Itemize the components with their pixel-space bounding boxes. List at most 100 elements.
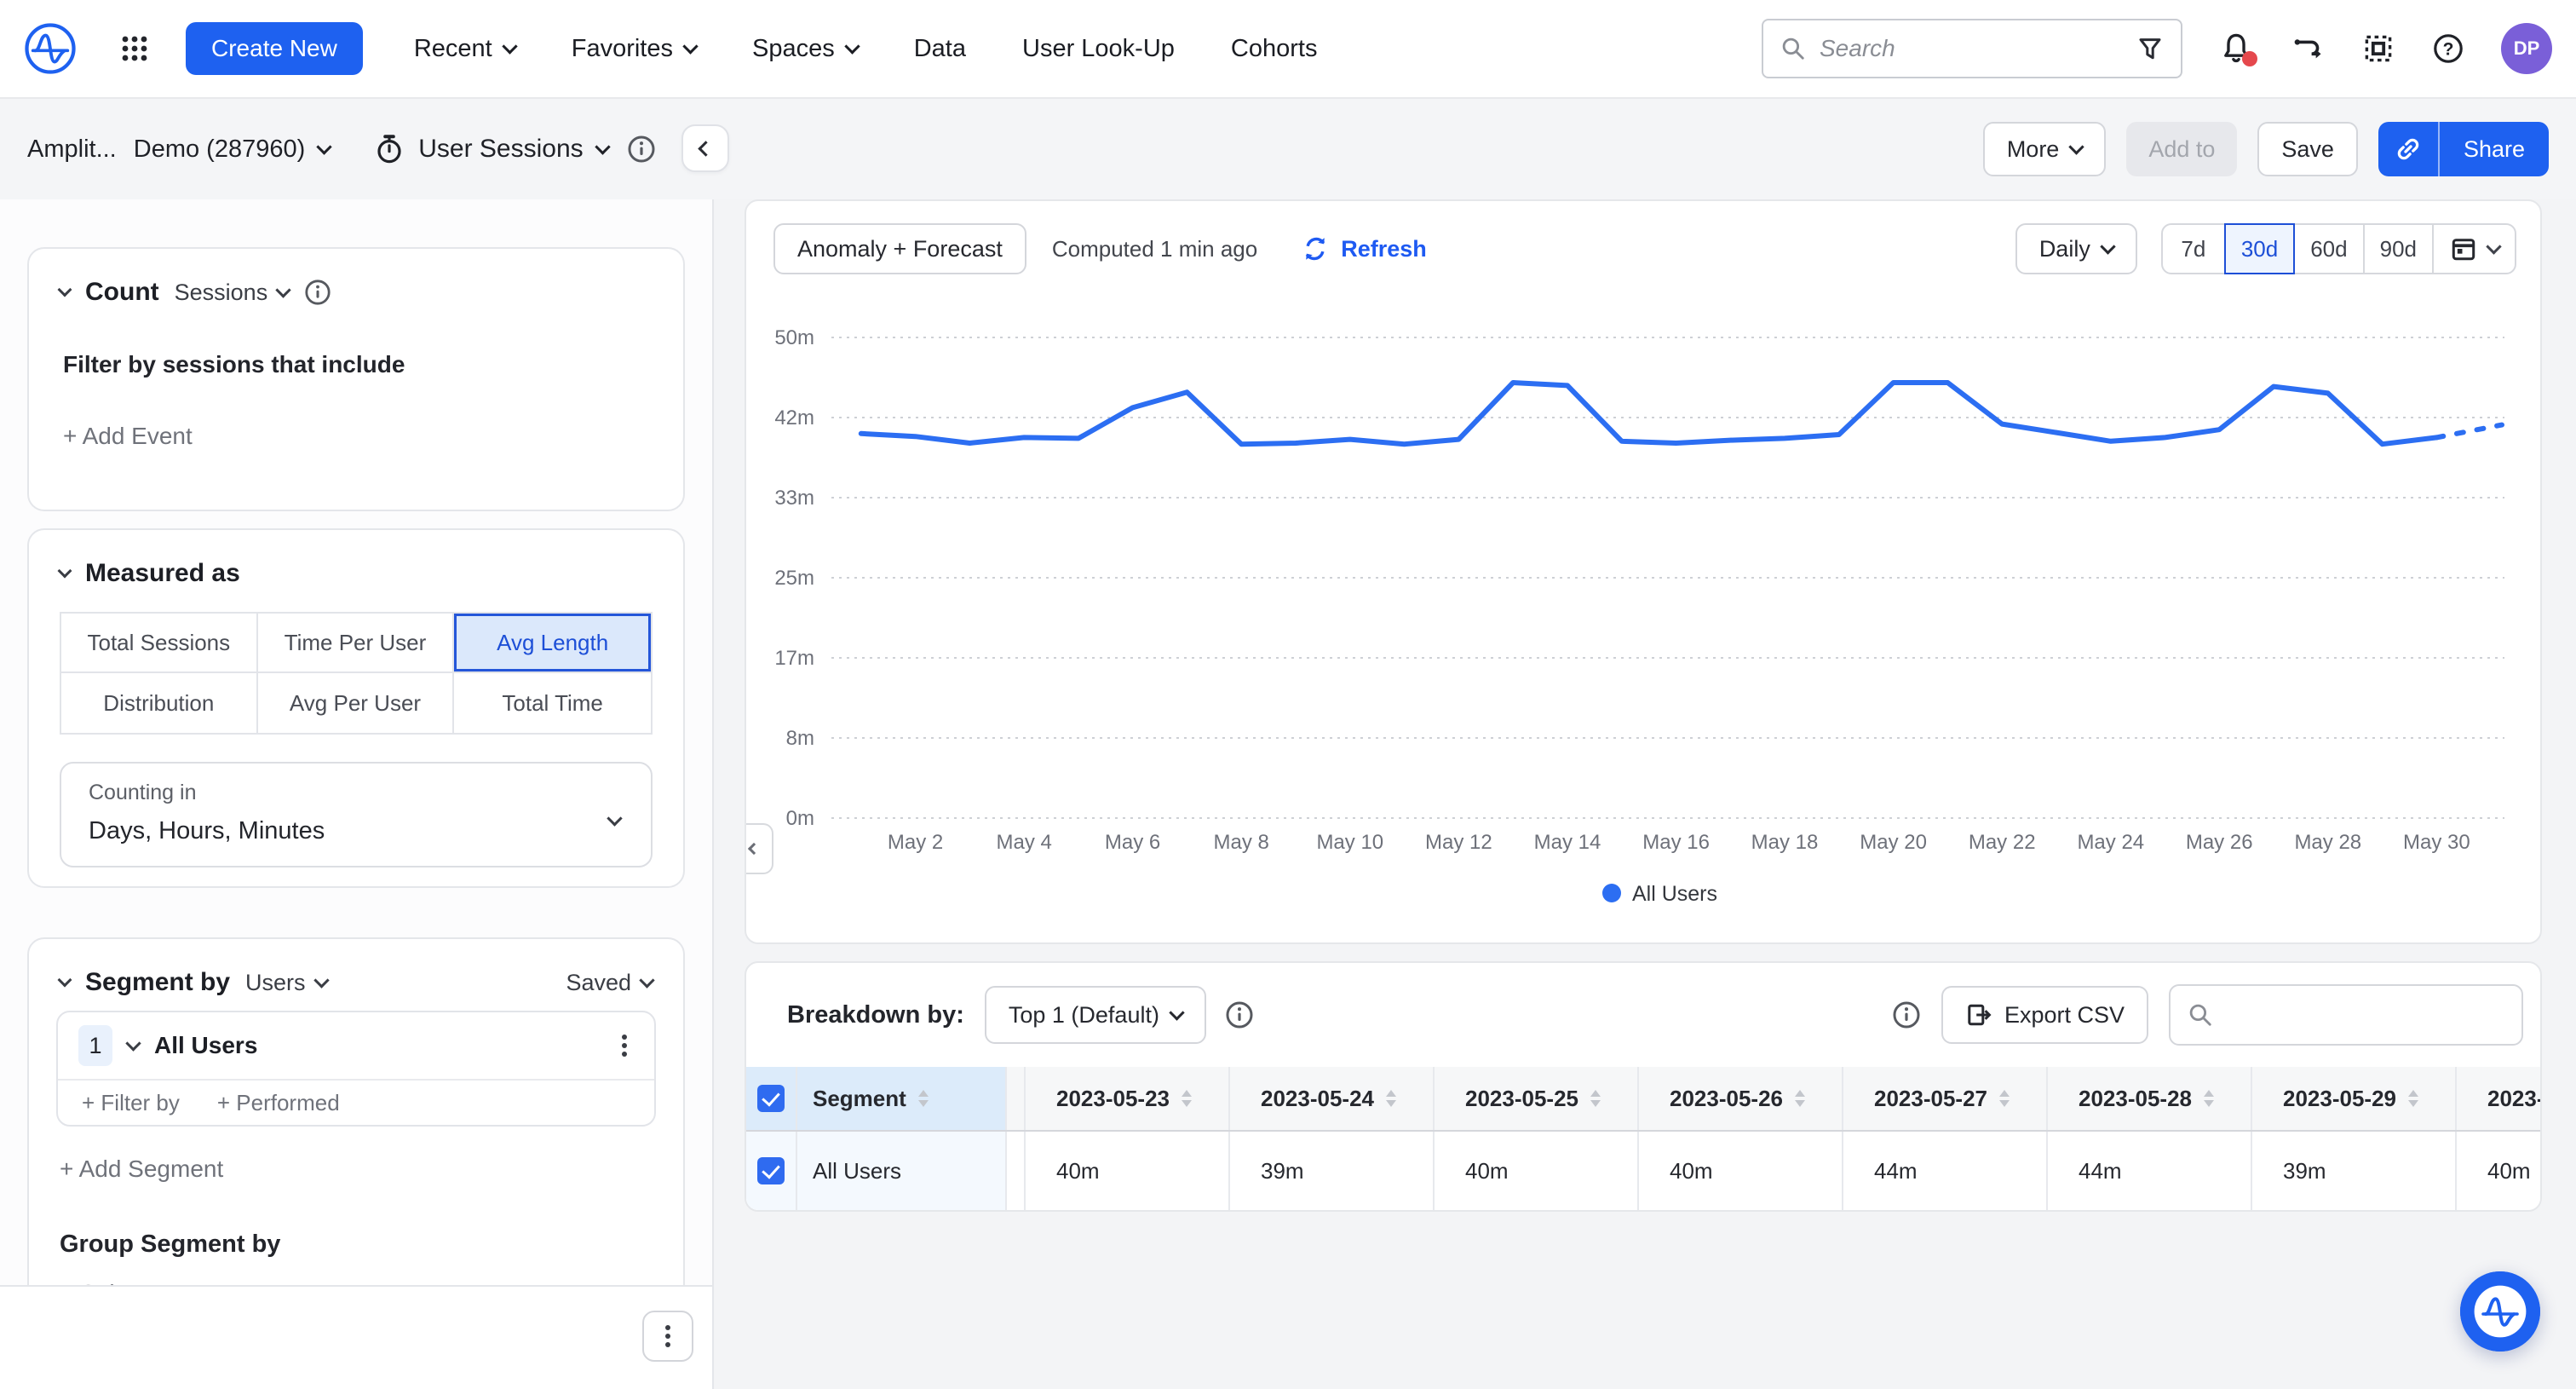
spacer-column (1007, 1067, 1026, 1130)
svg-text:May 12: May 12 (1425, 831, 1492, 854)
range-90d[interactable]: 90d (2363, 223, 2434, 274)
nav-data-label: Data (914, 35, 966, 63)
save-button[interactable]: Save (2257, 122, 2358, 176)
collapse-section-icon[interactable] (58, 283, 72, 297)
granularity-selector[interactable]: Daily (2015, 223, 2137, 274)
spacer-column (1007, 1132, 1026, 1210)
computed-timestamp: Computed 1 min ago (1052, 236, 1257, 262)
segment-column-header[interactable]: Segment (797, 1067, 1007, 1130)
segment-cell[interactable]: All Users (797, 1132, 1007, 1210)
global-search[interactable] (1762, 19, 2182, 78)
filter-by-button[interactable]: + Filter by (82, 1090, 180, 1116)
share-split-button: Share (2378, 122, 2549, 176)
journeys-icon[interactable] (2290, 31, 2326, 66)
measure-distribution[interactable]: Distribution (61, 673, 258, 733)
date-column-header[interactable]: 2023-05-29 (2252, 1067, 2457, 1130)
svg-text:May 22: May 22 (1969, 831, 2036, 854)
project-selector[interactable]: Demo (287960) (134, 135, 331, 164)
svg-text:May 16: May 16 (1642, 831, 1710, 854)
frame-select-icon[interactable] (2361, 32, 2395, 66)
nav-user-lookup[interactable]: User Look-Up (1022, 35, 1175, 63)
table-search-input[interactable] (2227, 1002, 2504, 1029)
export-icon (1965, 1001, 1992, 1029)
date-column-header[interactable]: 2023-05-26 (1639, 1067, 1843, 1130)
filter-heading: Filter by sessions that include (63, 351, 649, 378)
collapse-section-icon[interactable] (58, 564, 72, 579)
nav-spaces[interactable]: Spaces (752, 35, 858, 63)
amplitude-logo[interactable] (24, 22, 77, 75)
table-search[interactable] (2169, 984, 2523, 1046)
measure-time-per-user[interactable]: Time Per User (258, 614, 455, 673)
measure-avg-length[interactable]: Avg Length (454, 614, 651, 673)
user-avatar[interactable]: DP (2501, 23, 2552, 74)
segment-entity-selector[interactable]: Users (245, 970, 327, 996)
date-column-header[interactable]: 2023-05-24 (1230, 1067, 1435, 1130)
add-to-button[interactable]: Add to (2126, 122, 2237, 176)
date-column-header[interactable]: 2023-05-25 (1435, 1067, 1639, 1130)
segment-name[interactable]: All Users (154, 1032, 257, 1059)
breakdown-table: Segment2023-05-232023-05-242023-05-25202… (746, 1067, 2542, 1212)
legend-all-users[interactable]: All Users (1602, 882, 1717, 906)
content-area: Count Sessions Filter by sessions that i… (0, 199, 2576, 1389)
anomaly-forecast-button[interactable]: Anomaly + Forecast (773, 223, 1026, 274)
date-column-header[interactable]: 2023-05-28 (2048, 1067, 2252, 1130)
info-icon[interactable] (1225, 1000, 1254, 1029)
nav-recent-label: Recent (414, 35, 492, 63)
counting-in-select[interactable]: Counting in Days, Hours, Minutes (60, 762, 653, 867)
range-60d[interactable]: 60d (2293, 223, 2364, 274)
toolbar-actions: More Add to Save Share (1983, 122, 2549, 176)
chevron-down-icon (2069, 139, 2084, 154)
amplitude-assistant-fab[interactable] (2460, 1271, 2540, 1352)
measure-options: Total Sessions Time Per User Avg Length … (60, 612, 653, 735)
help-icon[interactable]: ? (2431, 32, 2465, 66)
nav-data[interactable]: Data (914, 35, 966, 63)
measure-avg-per-user[interactable]: Avg Per User (258, 673, 455, 733)
measure-total-sessions[interactable]: Total Sessions (61, 614, 258, 673)
segment-index-badge[interactable]: 1 (78, 1025, 112, 1066)
svg-text:May 10: May 10 (1316, 831, 1383, 854)
range-7d[interactable]: 7d (2161, 223, 2226, 274)
search-input[interactable] (1820, 35, 2123, 62)
filter-funnel-icon[interactable] (2136, 35, 2164, 62)
date-column-header[interactable]: 2023-05-23 (1026, 1067, 1230, 1130)
export-csv-button[interactable]: Export CSV (1941, 986, 2148, 1044)
range-30d[interactable]: 30d (2224, 223, 2295, 274)
refresh-button[interactable]: Refresh (1302, 235, 1427, 262)
select-all-checkbox[interactable] (757, 1085, 785, 1112)
event-type-selector[interactable]: Sessions (175, 280, 290, 306)
info-icon[interactable] (627, 135, 656, 164)
row-checkbox[interactable] (757, 1157, 785, 1184)
nav-cohorts[interactable]: Cohorts (1231, 35, 1318, 63)
apps-grid-icon[interactable] (111, 25, 158, 72)
measure-total-time[interactable]: Total Time (454, 673, 651, 733)
create-new-button[interactable]: Create New (186, 22, 363, 75)
date-column-header[interactable]: 2023-05-27 (1843, 1067, 2048, 1130)
saved-segments-selector[interactable]: Saved (566, 970, 653, 996)
segment-menu-button[interactable] (622, 1043, 634, 1048)
chart-title-selector[interactable]: User Sessions (374, 134, 607, 164)
notifications-bell-icon[interactable] (2218, 31, 2254, 66)
custom-date-range-button[interactable] (2432, 223, 2516, 274)
chevron-down-icon (317, 139, 332, 154)
info-icon[interactable] (304, 279, 331, 306)
nav-favorites[interactable]: Favorites (572, 35, 696, 63)
date-column-header[interactable]: 2023-05-30 (2457, 1067, 2542, 1130)
more-button[interactable]: More (1983, 122, 2107, 176)
share-button[interactable]: Share (2440, 122, 2549, 176)
svg-text:33m: 33m (774, 487, 814, 510)
add-segment-button[interactable]: + Add Segment (60, 1156, 223, 1183)
collapse-panel-button[interactable] (681, 124, 729, 172)
add-event-button[interactable]: + Add Event (63, 423, 649, 450)
session-length-chart: 50m42m33m25m17m8m0mMay 2May 4May 6May 8M… (746, 280, 2544, 936)
nav-recent[interactable]: Recent (414, 35, 515, 63)
collapse-section-icon[interactable] (58, 973, 72, 988)
org-name[interactable]: Amplit... (27, 135, 117, 164)
chevron-down-icon (313, 972, 329, 988)
copy-link-button[interactable] (2378, 122, 2440, 176)
info-icon[interactable] (1892, 1000, 1921, 1029)
panel-menu-button[interactable] (642, 1311, 693, 1362)
chart-scroll-left-button[interactable] (746, 823, 773, 874)
performed-button[interactable]: + Performed (217, 1090, 340, 1116)
breakdown-by-label: Breakdown by: (787, 1001, 964, 1029)
breakdown-selector[interactable]: Top 1 (Default) (985, 986, 1206, 1044)
